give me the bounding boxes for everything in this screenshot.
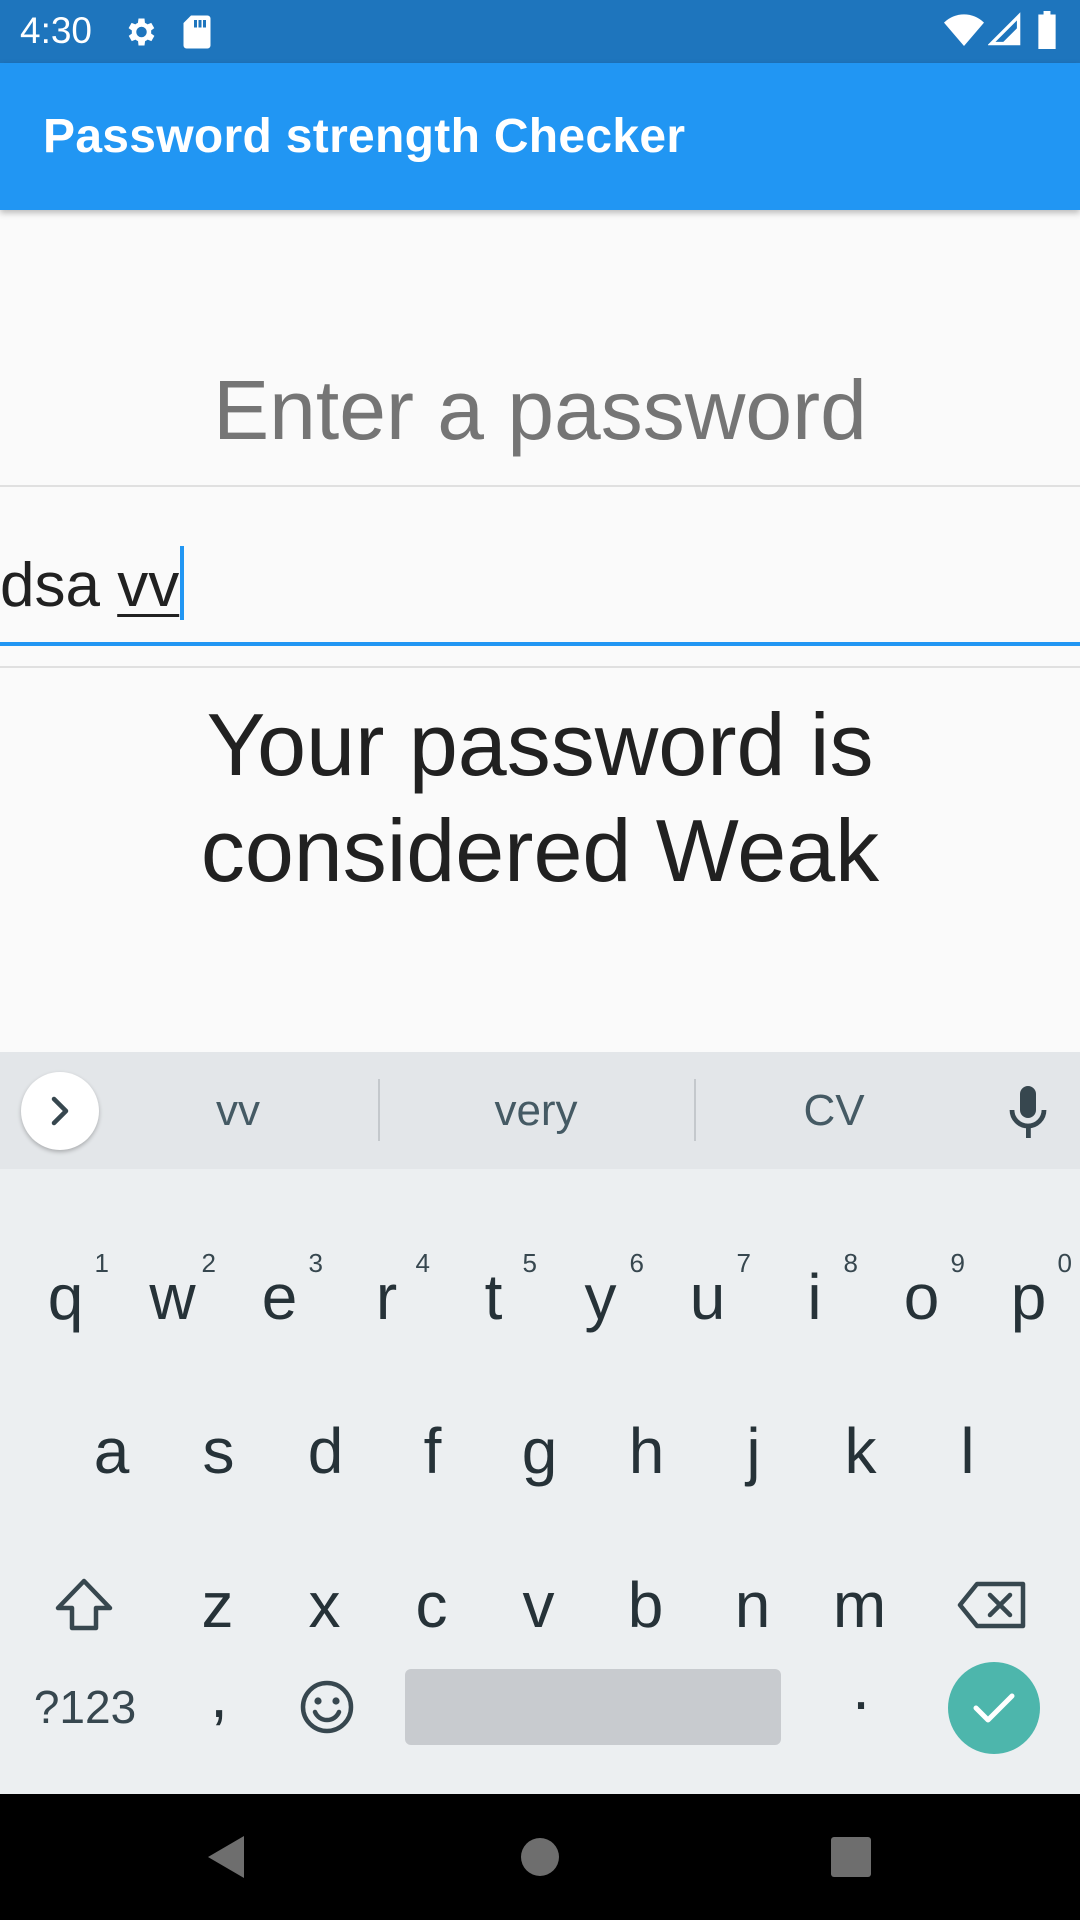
bottom-divider bbox=[0, 666, 1080, 668]
key-label: e bbox=[261, 1261, 298, 1333]
app-title: Password strength Checker bbox=[43, 110, 686, 163]
key-hint: 9 bbox=[950, 1248, 965, 1278]
key-hint: 6 bbox=[629, 1248, 644, 1278]
key-6[interactable]: j bbox=[700, 1376, 807, 1526]
microphone-icon[interactable] bbox=[1008, 1084, 1048, 1140]
backspace-icon bbox=[957, 1581, 1026, 1629]
key-label: u bbox=[689, 1261, 726, 1333]
key-1[interactable]: s bbox=[165, 1376, 272, 1526]
key-hint: 4 bbox=[415, 1248, 430, 1278]
password-input-value[interactable]: dsa vv bbox=[0, 546, 185, 625]
top-divider bbox=[0, 485, 1080, 487]
key-5[interactable]: h bbox=[593, 1376, 700, 1526]
soft-keyboard: vv very CV q1w2e3r4t5y6u7i8o9p0 asdfghjk… bbox=[0, 1052, 1080, 1794]
key-5[interactable]: y6 bbox=[547, 1222, 654, 1372]
status-time: 4:30 bbox=[20, 10, 93, 51]
key-3[interactable]: v bbox=[485, 1530, 592, 1680]
key-hint: 2 bbox=[201, 1248, 216, 1278]
key-label: p bbox=[1010, 1261, 1047, 1333]
shift-icon bbox=[55, 1578, 113, 1631]
key-label: t bbox=[484, 1261, 503, 1333]
key-8[interactable]: l bbox=[914, 1376, 1021, 1526]
chevron-right-icon bbox=[51, 1096, 69, 1126]
key-hint: 5 bbox=[522, 1248, 537, 1278]
back-icon[interactable] bbox=[206, 1834, 246, 1880]
key-label: r bbox=[375, 1261, 398, 1333]
key-4[interactable]: t5 bbox=[440, 1222, 547, 1372]
key-2[interactable]: d bbox=[272, 1376, 379, 1526]
key-8[interactable]: o9 bbox=[868, 1222, 975, 1372]
gear-icon bbox=[128, 18, 155, 46]
emoji-key[interactable] bbox=[284, 1632, 370, 1782]
key-4[interactable]: b bbox=[592, 1530, 699, 1680]
input-committed-text: dsa bbox=[0, 551, 118, 620]
input-composing-text: vv bbox=[117, 551, 180, 620]
key-2[interactable]: c bbox=[378, 1530, 485, 1680]
suggestion-strip: vv very CV bbox=[0, 1052, 1080, 1169]
suggestion-3[interactable]: CV bbox=[712, 1052, 956, 1169]
comma-key[interactable]: , bbox=[176, 1620, 262, 1770]
key-hint: 1 bbox=[94, 1248, 109, 1278]
key-hint: 8 bbox=[843, 1248, 858, 1278]
key-2[interactable]: e3 bbox=[226, 1222, 333, 1372]
key-1[interactable]: w2 bbox=[119, 1222, 226, 1372]
result-line-1: Your password is bbox=[206, 695, 874, 794]
key-label: w bbox=[149, 1261, 196, 1333]
key-label: o bbox=[903, 1261, 940, 1333]
key-9[interactable]: p0 bbox=[975, 1222, 1080, 1372]
password-prompt: Enter a password bbox=[213, 363, 867, 457]
input-focus-underline bbox=[0, 642, 1080, 646]
key-5[interactable]: n bbox=[699, 1530, 806, 1680]
key-hint: 3 bbox=[308, 1248, 323, 1278]
period-key[interactable]: . bbox=[816, 1612, 906, 1762]
key-3[interactable]: f bbox=[379, 1376, 486, 1526]
key-label: y bbox=[584, 1261, 617, 1333]
key-0[interactable]: q1 bbox=[12, 1222, 119, 1372]
suggestion-1[interactable]: vv bbox=[108, 1052, 368, 1169]
navigation-bar bbox=[0, 1794, 1080, 1920]
sd-card-icon bbox=[183, 15, 211, 49]
key-4[interactable]: g bbox=[486, 1376, 593, 1526]
app-bar: Password strength Checker bbox=[0, 63, 1080, 210]
suggestion-separator bbox=[378, 1079, 380, 1141]
home-icon[interactable] bbox=[520, 1837, 560, 1877]
recents-icon[interactable] bbox=[831, 1837, 871, 1877]
emoji-icon bbox=[300, 1680, 354, 1734]
screen: 4:30 Password strength Checker Enter a p… bbox=[0, 0, 1080, 1920]
result-line-2: considered Weak bbox=[200, 801, 880, 900]
key-label: q bbox=[47, 1261, 84, 1333]
expand-toolbar-button[interactable] bbox=[21, 1072, 99, 1150]
key-7[interactable]: k bbox=[807, 1376, 914, 1526]
key-3[interactable]: r4 bbox=[333, 1222, 440, 1372]
done-key[interactable] bbox=[948, 1662, 1040, 1754]
checkmark-icon bbox=[973, 1693, 1015, 1723]
suggestion-2[interactable]: very bbox=[400, 1052, 672, 1169]
key-hint: 7 bbox=[736, 1248, 751, 1278]
key-hint: 0 bbox=[1057, 1248, 1072, 1278]
space-key[interactable] bbox=[405, 1669, 781, 1745]
text-cursor bbox=[180, 546, 185, 620]
key-7[interactable]: i8 bbox=[761, 1222, 868, 1372]
suggestion-separator bbox=[694, 1079, 696, 1141]
battery-icon bbox=[1038, 11, 1056, 49]
signal-icon bbox=[988, 12, 1021, 46]
symbols-key[interactable]: ?123 bbox=[20, 1632, 150, 1782]
key-label: i bbox=[807, 1261, 822, 1333]
strength-result: Your password is considered Weak bbox=[0, 692, 1080, 904]
key-0[interactable]: a bbox=[58, 1376, 165, 1526]
status-bar: 4:30 bbox=[0, 0, 1080, 63]
password-input[interactable]: dsa vv bbox=[0, 540, 1080, 646]
wifi-icon bbox=[944, 14, 984, 46]
backspace-key[interactable] bbox=[932, 1530, 1052, 1680]
key-6[interactable]: u7 bbox=[654, 1222, 761, 1372]
